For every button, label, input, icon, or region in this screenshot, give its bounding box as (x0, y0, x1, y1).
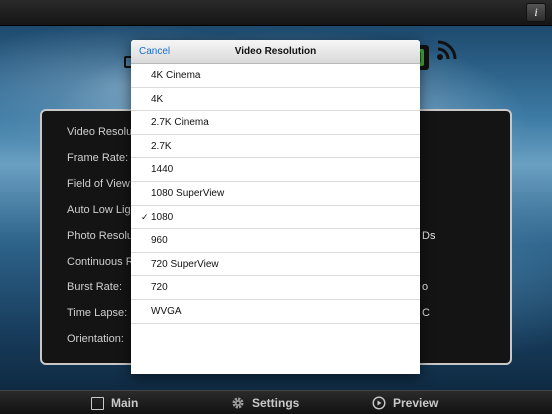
setting-label-photo-resolution[interactable]: Photo Resolut (67, 227, 136, 245)
picker-title: Video Resolution (234, 46, 317, 57)
bottom-tab-bar: Main Settings Preview (0, 390, 552, 414)
option-label: 4K (151, 93, 164, 105)
cancel-button[interactable]: Cancel (139, 40, 170, 64)
option-label: WVGA (151, 305, 182, 317)
top-bar: i (0, 0, 552, 26)
option-label: 2.7K (151, 140, 172, 152)
option-label: 4K Cinema (151, 70, 201, 81)
square-icon (91, 396, 104, 410)
info-button[interactable]: i (526, 3, 546, 22)
tab-settings[interactable]: Settings (231, 391, 299, 414)
gear-icon (232, 397, 244, 409)
picker-header: Video Resolution Cancel (131, 40, 420, 64)
tab-preview[interactable]: Preview (372, 391, 438, 414)
tab-label: Preview (393, 396, 439, 410)
tab-main[interactable]: Main (91, 391, 138, 414)
option-4k-cinema[interactable]: 4K Cinema (131, 64, 420, 88)
checkmark-icon: ✓ (141, 211, 149, 222)
setting-label-time-lapse[interactable]: Time Lapse: (67, 304, 127, 322)
setting-label-field-of-view[interactable]: Field of View: (67, 175, 133, 193)
option-label: 1440 (151, 164, 174, 176)
setting-value-time-lapse: C (422, 307, 430, 319)
option-1080-superview[interactable]: 1080 SuperView (131, 182, 420, 206)
setting-label-auto-low-light[interactable]: Auto Low Ligh (67, 201, 137, 219)
setting-label-frame-rate[interactable]: Frame Rate: (67, 149, 128, 167)
option-2-7k[interactable]: 2.7K (131, 135, 420, 159)
option-label: 720 (151, 282, 168, 294)
option-label: 960 (151, 235, 168, 247)
option-label: 720 SuperView (151, 258, 219, 270)
setting-label-burst-rate[interactable]: Burst Rate: (67, 278, 122, 296)
setting-label-video-resolution[interactable]: Video Resolu (67, 123, 132, 141)
option-720[interactable]: 720 (131, 276, 420, 300)
video-resolution-picker: Video Resolution Cancel 4K Cinema 4K 2.7… (131, 40, 420, 374)
option-1080[interactable]: ✓ 1080 (131, 206, 420, 230)
option-1440[interactable]: 1440 (131, 158, 420, 182)
wifi-icon (437, 40, 457, 60)
tab-label: Main (111, 396, 139, 410)
option-wvga[interactable]: WVGA (131, 300, 420, 324)
option-2-7k-cinema[interactable]: 2.7K Cinema (131, 111, 420, 135)
option-960[interactable]: 960 (131, 229, 420, 253)
tab-label: Settings (252, 396, 300, 410)
option-720-superview[interactable]: 720 SuperView (131, 253, 420, 277)
setting-label-continuous-rate[interactable]: Continuous R (67, 253, 134, 271)
setting-value-burst-rate: o (422, 281, 429, 293)
play-circle-icon (372, 396, 386, 410)
setting-label-orientation[interactable]: Orientation: (67, 330, 124, 348)
option-label: 2.7K Cinema (151, 117, 209, 129)
option-label: 1080 (151, 211, 174, 223)
resolution-option-list: 4K Cinema 4K 2.7K Cinema 2.7K 1440 1080 … (131, 64, 420, 324)
option-label: 1080 SuperView (151, 187, 225, 199)
option-4k[interactable]: 4K (131, 88, 420, 112)
setting-value-photo-resolution: Ds (422, 230, 436, 242)
